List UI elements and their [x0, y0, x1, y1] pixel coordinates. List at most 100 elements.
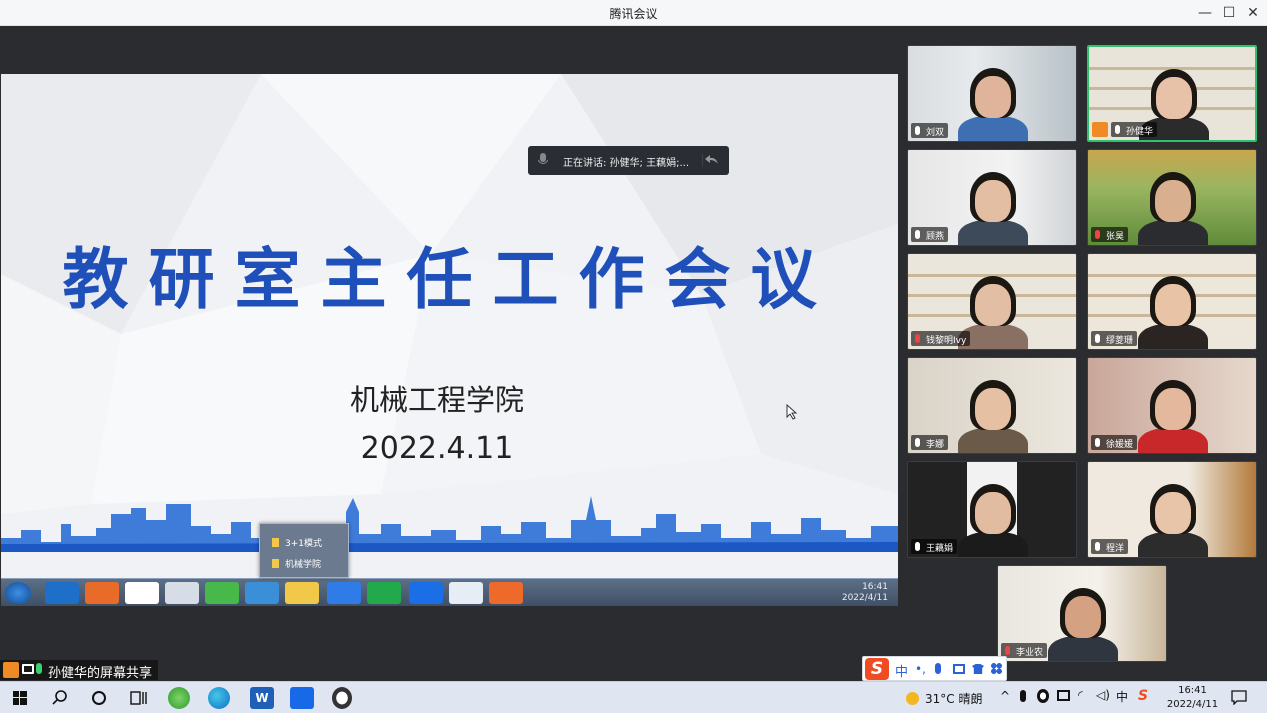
punctuation-icon[interactable]: •,	[915, 662, 926, 676]
sogou-logo-icon[interactable]: S	[865, 658, 889, 680]
participant-name-label: 刘双	[911, 123, 949, 138]
shared-screen-clock: 16:41 2022/4/11	[842, 582, 888, 604]
participant-video-tile[interactable]: 孙健华	[1087, 45, 1257, 142]
participant-body	[958, 116, 1028, 141]
microphone-muted-icon	[915, 334, 920, 343]
participant-body	[958, 220, 1028, 245]
voice-input-icon[interactable]	[935, 663, 941, 674]
close-button[interactable]: ✕	[1241, 3, 1265, 23]
participant-name-label: 顾燕	[911, 227, 949, 242]
participant-body	[958, 532, 1028, 557]
participant-video-tile[interactable]: 程洋	[1087, 461, 1257, 558]
slide-subtitle: 机械工程学院	[349, 383, 524, 417]
minimize-button[interactable]: —	[1193, 3, 1217, 23]
windows-start-icon[interactable]	[8, 687, 32, 709]
shared-screen-taskbar: 16:41 2022/4/11	[1, 578, 898, 606]
screen-share-label: 孙健华的屏幕共享	[0, 660, 159, 681]
participant-body	[1048, 636, 1118, 661]
participant-name-label: 张昊	[1091, 227, 1129, 242]
edge-browser-icon[interactable]	[208, 687, 230, 709]
participant-video-tile[interactable]: 王藕娟	[907, 461, 1077, 558]
participant-face	[1155, 388, 1191, 430]
display-tray-icon[interactable]	[1057, 690, 1070, 701]
participant-video-tile[interactable]: 缪菱珊	[1087, 253, 1257, 350]
microphone-tray-icon[interactable]	[1020, 690, 1026, 702]
file-explorer-icon	[285, 582, 319, 604]
collapse-arrow-icon[interactable]	[702, 154, 722, 167]
window-app-icon	[165, 582, 199, 604]
word-icon[interactable]: W	[250, 687, 274, 709]
participant-name-label: 缪菱珊	[1091, 331, 1138, 346]
tencent-meeting-icon	[409, 582, 443, 604]
microphone-muted-icon	[1095, 230, 1100, 239]
microphone-icon	[1095, 438, 1100, 447]
participant-body	[1138, 324, 1208, 349]
shared-screen-time: 16:41	[862, 582, 888, 592]
360-browser-icon	[205, 582, 239, 604]
volume-icon[interactable]: ◁)	[1096, 688, 1110, 702]
weather-widget[interactable]: 31°C 晴朗	[906, 690, 983, 707]
sun-icon	[906, 692, 919, 705]
participant-video-tile[interactable]: 徐媛媛	[1087, 357, 1257, 454]
slide-date: 2022.4.11	[360, 431, 514, 466]
keyboard-icon[interactable]	[953, 664, 965, 674]
wifi-icon[interactable]: ◜	[1078, 688, 1083, 702]
participant-video-tile[interactable]: 张昊	[1087, 149, 1257, 246]
ie-browser-icon[interactable]	[168, 687, 190, 709]
microphone-icon	[915, 230, 920, 239]
windows-taskbar: W 31°C 晴朗 ^ ◜ ◁) 中 S 16:41 2022/4/11	[0, 681, 1267, 713]
qq-icon	[449, 582, 483, 604]
microphone-icon	[1095, 334, 1100, 343]
speaking-indicator: 正在讲话: 孙健华; 王藕娟;...	[528, 146, 729, 175]
folder-icon	[272, 538, 279, 547]
wps-writer-icon	[327, 582, 361, 604]
tencent-meeting-icon[interactable]	[290, 687, 314, 709]
host-avatar-icon	[3, 662, 19, 678]
maximize-button[interactable]: ☐	[1217, 3, 1241, 23]
cortana-icon[interactable]	[87, 687, 111, 709]
ie-browser-icon	[45, 582, 79, 604]
participant-name-label: 程洋	[1091, 539, 1129, 554]
qq-tray-icon[interactable]	[1037, 689, 1049, 703]
participant-video-tile[interactable]: 李娜	[907, 357, 1077, 454]
skin-icon[interactable]	[972, 664, 984, 674]
media-player-icon	[85, 582, 119, 604]
jump-list-item-label: 机械学院	[285, 560, 322, 570]
participant-name: 张昊	[1106, 232, 1125, 242]
sogou-tray-icon[interactable]: S	[1138, 688, 1152, 704]
participant-video-tile[interactable]: 刘双	[907, 45, 1077, 142]
participant-name: 王藕娟	[926, 544, 954, 554]
sogou-ime-toolbar[interactable]: S 中 •,	[862, 656, 1007, 681]
participant-name-label: 徐媛媛	[1091, 435, 1138, 450]
participant-name: 李娜	[926, 440, 945, 450]
task-view-icon[interactable]	[127, 687, 151, 709]
windows-start-icon	[5, 582, 31, 604]
search-icon[interactable]	[48, 687, 72, 709]
participant-face	[975, 284, 1011, 326]
participant-name: 程洋	[1106, 544, 1125, 554]
title-bar: 腾讯会议 — ☐ ✕	[0, 0, 1267, 26]
toolbox-icon[interactable]	[991, 663, 1002, 674]
participant-face	[1065, 596, 1101, 638]
jump-list-item: 机械学院	[272, 557, 321, 570]
input-method-icon[interactable]: 中	[1116, 688, 1128, 705]
show-hidden-icons-chevron-icon[interactable]: ^	[1000, 689, 1010, 703]
microphone-icon	[915, 438, 920, 447]
qq-icon[interactable]	[332, 687, 352, 709]
participant-name: 刘双	[926, 128, 945, 138]
participant-video-tile[interactable]: 李业农	[997, 565, 1167, 662]
taskbar-clock[interactable]: 16:41 2022/4/11	[1165, 684, 1220, 712]
participant-name: 缪菱珊	[1106, 336, 1134, 346]
participant-body	[958, 428, 1028, 453]
microphone-icon	[1115, 125, 1120, 134]
wps-presentation-icon	[489, 582, 523, 604]
microphone-icon	[538, 153, 548, 164]
city-skyline-graphic	[1, 496, 898, 552]
participant-video-tile[interactable]: 钱黎明Ivy	[907, 253, 1077, 350]
notification-center-icon[interactable]	[1231, 690, 1247, 705]
participant-video-tile[interactable]: 顾燕	[907, 149, 1077, 246]
participant-name-label: 王藕娟	[911, 539, 958, 554]
participant-name-label: 李娜	[911, 435, 949, 450]
baidu-netdisk-icon	[125, 582, 159, 604]
ime-mode-toggle[interactable]: 中	[895, 661, 908, 680]
